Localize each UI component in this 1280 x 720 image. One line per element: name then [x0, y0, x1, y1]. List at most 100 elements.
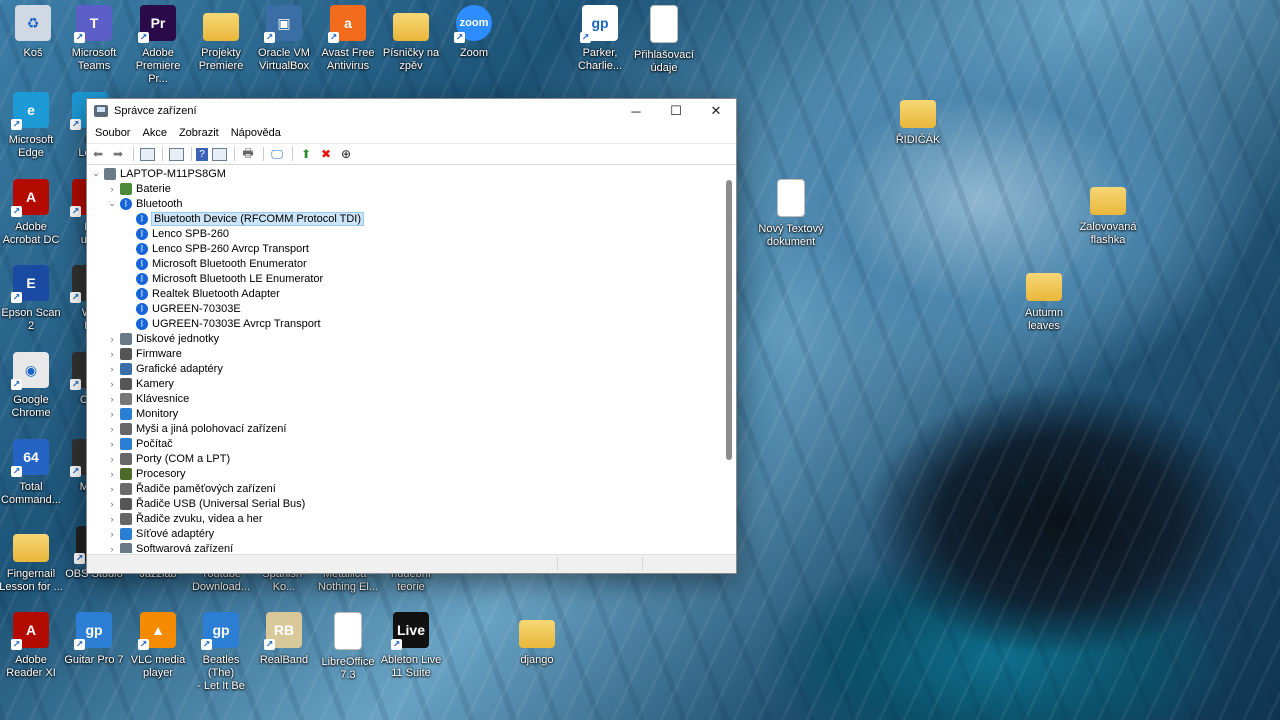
title-bar[interactable]: Správce zařízení ─ ☐ ✕ — [87, 99, 736, 123]
forward-icon[interactable]: ➡ — [109, 146, 127, 162]
tree-category[interactable]: › Řadiče zvuku, videa a her — [87, 511, 721, 526]
minimize-button[interactable]: ─ — [616, 99, 656, 123]
chevron-right-icon[interactable]: › — [107, 514, 117, 524]
desktop-icon[interactable]: gp ↗ Parker, Charlie... — [567, 5, 633, 73]
chevron-right-icon[interactable]: › — [107, 469, 117, 479]
tree-category[interactable]: › Baterie — [87, 181, 721, 196]
desktop-icon[interactable]: T ↗ Microsoft Teams — [61, 5, 127, 73]
show-action-pane-icon[interactable] — [210, 146, 228, 162]
menu-soubor[interactable]: Soubor — [89, 127, 136, 139]
tree-category[interactable]: › Řadiče USB (Universal Serial Bus) — [87, 496, 721, 511]
desktop-icon[interactable]: gp ↗ Guitar Pro 7 — [61, 612, 127, 667]
chevron-right-icon[interactable]: › — [107, 334, 117, 344]
tree-category[interactable]: › Klávesnice — [87, 391, 721, 406]
chevron-right-icon[interactable]: › — [107, 349, 117, 359]
desktop-icon[interactable]: ▣ ↗ Oracle VM VirtualBox — [251, 5, 317, 73]
chevron-right-icon[interactable]: › — [107, 439, 117, 449]
desktop-icon-label: Ableton Live 11 Suite — [380, 654, 442, 679]
vertical-scrollbar[interactable] — [724, 166, 734, 553]
tree-category[interactable]: › Síťové adaptéry — [87, 526, 721, 541]
desktop-icon[interactable]: A ↗ Adobe Acrobat DC — [0, 179, 64, 247]
tree-device[interactable]: ᛒ Lenco SPB-260 Avrcp Transport — [87, 241, 721, 256]
tree-category[interactable]: › Řadiče paměťových zařízení — [87, 481, 721, 496]
tree-category-label: Diskové jednotky — [136, 332, 220, 345]
chevron-right-icon[interactable]: › — [107, 409, 117, 419]
tree-device[interactable]: ᛒ Lenco SPB-260 — [87, 226, 721, 241]
tree-device[interactable]: ᛒ Realtek Bluetooth Adapter — [87, 286, 721, 301]
desktop-icon[interactable]: ŘIDIČÁK — [885, 92, 951, 147]
desktop-icon[interactable]: Nový Textový dokument — [758, 179, 824, 249]
app-icon: zoom ↗ — [454, 5, 492, 43]
desktop-icon[interactable]: E ↗ Epson Scan 2 — [0, 265, 64, 333]
chevron-right-icon[interactable]: › — [107, 379, 117, 389]
desktop-icon[interactable]: e ↗ Microsoft Edge — [0, 92, 64, 160]
desktop-icon[interactable]: Live ↗ Ableton Live 11 Suite — [378, 612, 444, 680]
tree-category[interactable]: ⌄ ᛒ Bluetooth — [87, 196, 721, 211]
update-driver-icon[interactable]: ⬆ — [297, 146, 315, 162]
desktop-icon[interactable]: Fingernail Lesson for ... — [0, 526, 64, 594]
menu-zobrazit[interactable]: Zobrazit — [173, 127, 225, 139]
chevron-right-icon[interactable]: › — [107, 364, 117, 374]
tree-device[interactable]: ᛒ UGREEN-70303E — [87, 301, 721, 316]
help-icon[interactable]: ? — [196, 147, 208, 161]
chevron-right-icon[interactable]: › — [107, 499, 117, 509]
desktop-icon[interactable]: Přihlašovací údaje — [631, 5, 697, 75]
tree-category[interactable]: › Monitory — [87, 406, 721, 421]
menu-akce[interactable]: Akce — [136, 127, 172, 139]
tree-device[interactable]: ᛒ Bluetooth Device (RFCOMM Protocol TDI) — [87, 211, 721, 226]
desktop-icon[interactable]: A ↗ Adobe Reader XI — [0, 612, 64, 680]
bluetooth-icon: ᛒ — [136, 287, 148, 300]
desktop-icon[interactable]: a ↗ Avast Free Antivirus — [315, 5, 381, 73]
chevron-right-icon[interactable]: › — [107, 394, 117, 404]
show-hide-console-tree-icon[interactable] — [138, 146, 156, 162]
back-icon[interactable]: ⬅ — [89, 146, 107, 162]
tree-category[interactable]: › Myši a jiná polohovací zařízení — [87, 421, 721, 436]
tree-category[interactable]: › Softwarová zařízení — [87, 541, 721, 553]
desktop-icon[interactable]: RB ↗ RealBand — [251, 612, 317, 667]
disable-device-icon[interactable]: ⊕ — [337, 146, 355, 162]
tree-category[interactable]: › Grafické adaptéry — [87, 361, 721, 376]
chevron-right-icon[interactable]: › — [107, 424, 117, 434]
device-tree: ⌄ LAPTOP-M11PS8GM › Baterie ⌄ ᛒ Bluetooth ᛒ Bl… — [87, 166, 721, 553]
scrollbar-thumb[interactable] — [726, 180, 732, 460]
tree-device[interactable]: ᛒ Microsoft Bluetooth LE Enumerator — [87, 271, 721, 286]
desktop-icon[interactable]: Autumn leaves — [1011, 265, 1077, 333]
print-icon[interactable]: 🖶 — [239, 146, 257, 162]
tree-category[interactable]: › Porty (COM a LPT) — [87, 451, 721, 466]
chevron-right-icon[interactable]: › — [107, 529, 117, 539]
desktop-icon[interactable]: ◉ ↗ Google Chrome — [0, 352, 64, 420]
desktop-icon[interactable]: Pr ↗ Adobe Premiere Pr... — [125, 5, 191, 86]
desktop-icon[interactable]: django — [504, 612, 570, 667]
chevron-right-icon[interactable]: › — [107, 454, 117, 464]
desktop-icon[interactable]: zoom ↗ Zoom — [441, 5, 507, 60]
menu-napoveda[interactable]: Nápověda — [225, 127, 287, 139]
scan-hardware-icon[interactable]: 🖵 — [268, 146, 286, 162]
tree-category[interactable]: › Počítač — [87, 436, 721, 451]
desktop-icon[interactable]: Projekty Premiere — [188, 5, 254, 73]
desktop-icon[interactable]: LibreOffice 7.3 — [315, 612, 381, 682]
tree-category[interactable]: › Kamery — [87, 376, 721, 391]
desktop-icon[interactable]: ♻ Koš — [0, 5, 66, 60]
tree-category-label: Řadiče zvuku, videa a her — [136, 512, 263, 525]
tree-category[interactable]: › Firmware — [87, 346, 721, 361]
maximize-button[interactable]: ☐ — [656, 99, 696, 123]
chevron-right-icon[interactable]: › — [107, 544, 117, 554]
chevron-right-icon[interactable]: › — [107, 484, 117, 494]
chevron-right-icon[interactable]: › — [107, 184, 117, 194]
tree-category[interactable]: › Procesory — [87, 466, 721, 481]
desktop-icon[interactable]: gp ↗ Beatles (The) - Let It Be — [188, 612, 254, 693]
uninstall-device-icon[interactable]: ✖ — [317, 146, 335, 162]
desktop-icon[interactable]: Písničky na zpěv — [378, 5, 444, 73]
close-button[interactable]: ✕ — [696, 99, 736, 123]
tree-category[interactable]: › Diskové jednotky — [87, 331, 721, 346]
tree-device[interactable]: ᛒ UGREEN-70303E Avrcp Transport — [87, 316, 721, 331]
desktop-icon[interactable]: ▲ ↗ VLC media player — [125, 612, 191, 680]
desktop-icon[interactable]: 64 ↗ Total Command... — [0, 439, 64, 507]
properties-icon[interactable] — [167, 146, 185, 162]
chevron-down-icon[interactable]: ⌄ — [91, 168, 101, 179]
desktop-icon[interactable]: Zalovovaná flashka — [1075, 179, 1141, 247]
tree-device[interactable]: ᛒ Microsoft Bluetooth Enumerator — [87, 256, 721, 271]
tree-root[interactable]: ⌄ LAPTOP-M11PS8GM — [87, 166, 721, 181]
chevron-down-icon[interactable]: ⌄ — [107, 198, 117, 209]
app-icon: ♻ — [15, 5, 51, 41]
